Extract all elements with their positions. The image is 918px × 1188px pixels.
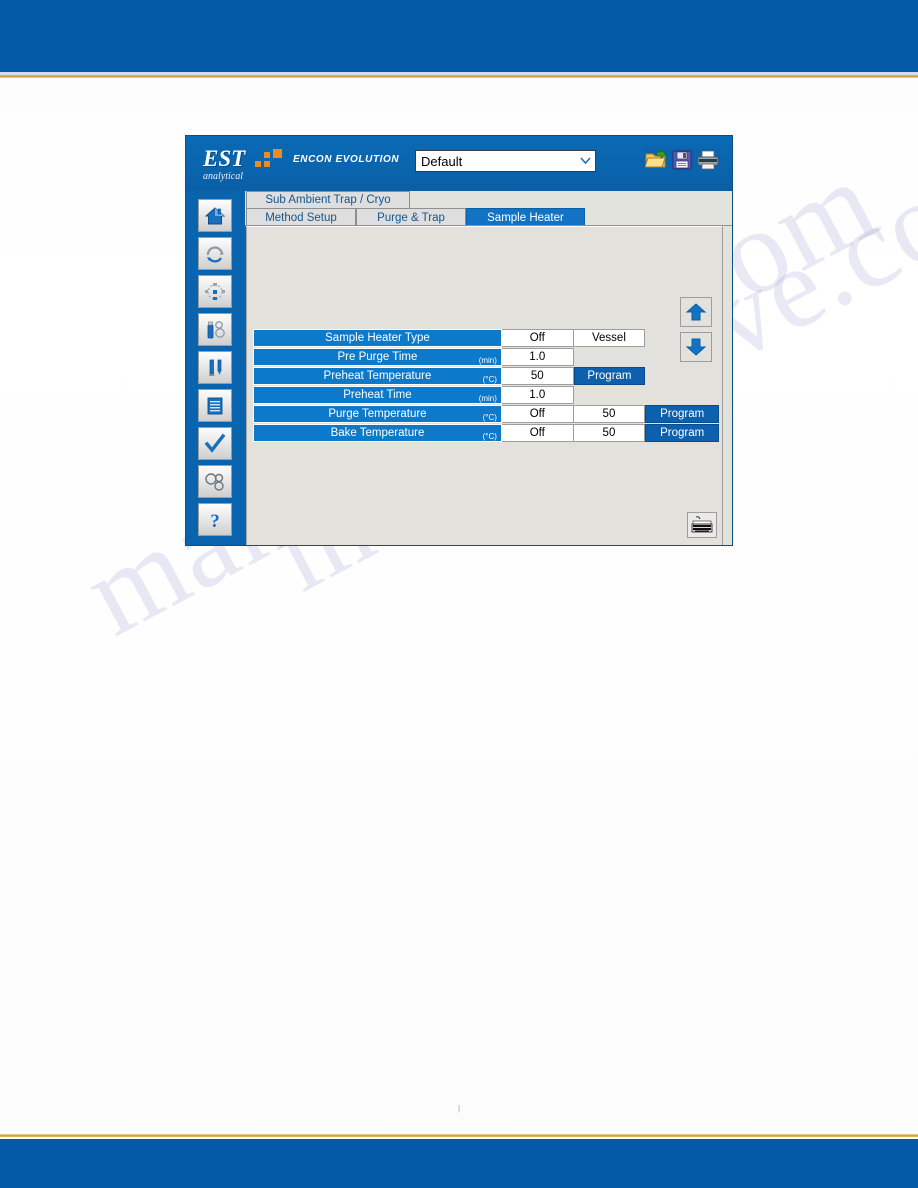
svg-text:?: ?	[210, 511, 220, 531]
row-label: Preheat Temperature (°C)	[253, 367, 502, 385]
row-program-button	[645, 367, 719, 385]
up-arrow-icon	[685, 302, 707, 322]
sidebar-item-help[interactable]: ?	[198, 503, 232, 536]
page-footer-gold-rule	[0, 1134, 918, 1137]
printer-icon	[697, 150, 719, 170]
table-row: Preheat Time (min) 1.0	[253, 386, 719, 404]
method-select[interactable]: Default	[415, 150, 596, 172]
sidebar-rail: ?	[186, 191, 245, 545]
row-unit: (°C)	[482, 375, 497, 384]
page-header-band	[0, 0, 918, 72]
row-value-field[interactable]: 50	[501, 367, 574, 385]
row-label-text: Bake Temperature	[330, 427, 425, 439]
est-logo: EST analytical	[203, 147, 283, 183]
row-unit: (°C)	[482, 413, 497, 422]
row-label: Preheat Time (min)	[253, 386, 502, 404]
row-label-text: Purge Temperature	[328, 408, 427, 420]
method-select-value: Default	[421, 153, 463, 169]
tab-method-setup[interactable]: Method Setup	[246, 208, 356, 226]
logo-squares-icon	[255, 149, 283, 171]
row-label-text: Preheat Time	[343, 389, 412, 401]
method-list-icon	[203, 395, 227, 417]
open-folder-button[interactable]	[644, 148, 668, 172]
logo-secondary-text: analytical	[203, 171, 243, 182]
row-value-field[interactable]: 1.0	[501, 386, 574, 404]
row-value2-field	[574, 386, 646, 404]
checkmark-icon	[203, 433, 227, 455]
table-row: Sample Heater Type Off Vessel	[253, 329, 719, 347]
row-program-button	[645, 348, 719, 366]
row-program-button	[645, 386, 719, 404]
row-value-field[interactable]: 1.0	[501, 348, 574, 366]
row-value-field[interactable]: Off	[501, 405, 574, 423]
question-mark-icon: ?	[203, 509, 227, 531]
panel-right-divider	[722, 226, 723, 545]
chevron-down-icon[interactable]	[576, 151, 595, 171]
row-label-text: Sample Heater Type	[325, 332, 430, 344]
settings-table: Sample Heater Type Off Vessel Pre Purge …	[253, 329, 719, 443]
row-value2-field[interactable]: Vessel	[573, 329, 646, 347]
tab-sample-heater[interactable]: Sample Heater	[466, 208, 585, 226]
row-unit: (°C)	[482, 432, 497, 441]
save-button[interactable]	[670, 148, 694, 172]
tab-sub-ambient-trap-cryo[interactable]: Sub Ambient Trap / Cryo	[246, 191, 410, 208]
tab-purge-and-trap[interactable]: Purge & Trap	[356, 208, 466, 226]
row-value2-program-button[interactable]: Program	[573, 367, 646, 385]
open-folder-icon	[645, 150, 667, 170]
print-button[interactable]	[696, 148, 720, 172]
row-value-field[interactable]: Off	[501, 424, 574, 442]
window-toolbar	[644, 148, 720, 172]
table-row: Pre Purge Time (min) 1.0	[253, 348, 719, 366]
tab-strip: Sub Ambient Trap / Cryo Method Setup Pur…	[245, 191, 732, 226]
table-row: Preheat Temperature (°C) 50 Program	[253, 367, 719, 385]
sidebar-item-method[interactable]	[198, 389, 232, 422]
row-program-button	[645, 329, 719, 347]
application-window: EST analytical ENCON EVOLUTION Default ?…	[186, 136, 732, 545]
row-label: Purge Temperature (°C)	[253, 405, 502, 423]
row-label-text: Pre Purge Time	[337, 351, 418, 363]
scroll-up-button[interactable]	[680, 297, 712, 327]
row-program-button[interactable]: Program	[645, 424, 719, 442]
table-row: Bake Temperature (°C) Off 50 Program	[253, 424, 719, 442]
product-name: ENCON EVOLUTION	[293, 154, 400, 165]
flow-diagram-icon	[203, 281, 227, 303]
table-row: Purge Temperature (°C) Off 50 Program	[253, 405, 719, 423]
home-icon	[203, 205, 227, 227]
sidebar-item-cycle[interactable]	[198, 237, 232, 270]
page-footer-mark: |	[458, 1104, 461, 1113]
cycle-refresh-icon	[203, 243, 227, 265]
rings-icon	[203, 471, 227, 493]
row-value-field[interactable]: Off	[501, 329, 574, 347]
row-unit: (min)	[478, 356, 497, 365]
sidebar-item-diagnostics[interactable]	[198, 465, 232, 498]
save-floppy-icon	[672, 150, 692, 170]
row-value2-field[interactable]: 50	[573, 405, 646, 423]
keyboard-icon	[690, 515, 714, 535]
row-label: Bake Temperature (°C)	[253, 424, 502, 442]
row-value2-field	[574, 348, 646, 366]
page-footer-band	[0, 1139, 918, 1188]
sidebar-item-check[interactable]	[198, 427, 232, 460]
row-label: Pre Purge Time (min)	[253, 348, 502, 366]
row-value2-field[interactable]: 50	[573, 424, 646, 442]
row-label: Sample Heater Type	[253, 329, 502, 347]
sidebar-item-sample[interactable]	[198, 313, 232, 346]
sidebar-item-tools[interactable]	[198, 351, 232, 384]
sidebar-item-home[interactable]	[198, 199, 232, 232]
row-program-button[interactable]: Program	[645, 405, 719, 423]
sidebar-item-flow-diagram[interactable]	[198, 275, 232, 308]
on-screen-keyboard-button[interactable]	[687, 512, 717, 538]
vial-sample-icon	[203, 319, 227, 341]
panel-right-filler	[724, 226, 732, 545]
tools-icon	[203, 357, 227, 379]
row-unit: (min)	[478, 394, 497, 403]
row-label-text: Preheat Temperature	[323, 370, 432, 382]
